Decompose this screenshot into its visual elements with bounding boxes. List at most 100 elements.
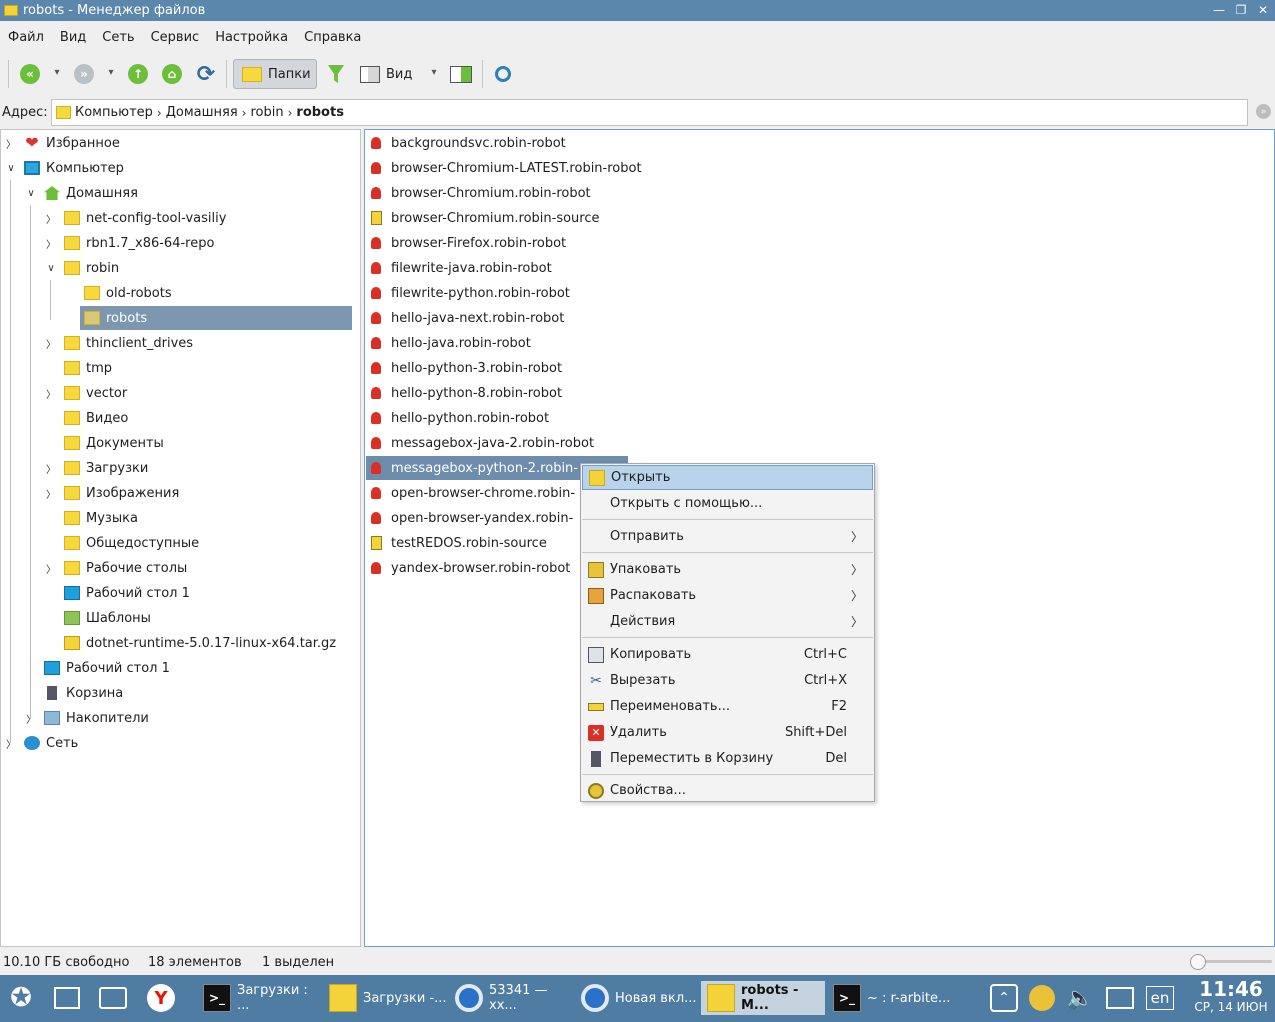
tree-item-home[interactable]: ∨ Домашняя: [27, 181, 138, 205]
task-downloads-folder[interactable]: Загрузки -...: [323, 981, 447, 1015]
tree-item-thinclient-drives[interactable]: 〉 thinclient_drives: [46, 331, 193, 355]
tree-item-downloads[interactable]: 〉 Загрузки: [46, 456, 148, 480]
collapse-arrow-icon[interactable]: ∨: [25, 188, 37, 199]
breadcrumb-robin[interactable]: robin: [250, 105, 283, 120]
menu-item-actions[interactable]: Действия 〉: [582, 609, 873, 634]
menu-item-pack[interactable]: Упаковать 〉: [582, 557, 873, 582]
tray-expand-button[interactable]: ⌃: [988, 983, 1020, 1013]
file-row[interactable]: hello-java.robin-robot: [370, 331, 531, 355]
tree-item-music[interactable]: Музыка: [64, 506, 138, 530]
address-bar[interactable]: Компьютер › Домашняя › robin › robots: [51, 99, 1248, 126]
usb-tray-button[interactable]: [1026, 983, 1058, 1013]
menu-help[interactable]: Справка: [296, 30, 369, 45]
file-row[interactable]: browser-Chromium.robin-robot: [370, 181, 591, 205]
expand-arrow-icon[interactable]: 〉: [45, 561, 57, 576]
menu-item-properties[interactable]: Свойства...: [582, 778, 873, 803]
tree-item-rbn-repo[interactable]: 〉 rbn1.7_x86-64-repo: [46, 231, 214, 255]
tree-item-tmp[interactable]: tmp: [64, 356, 112, 380]
expand-arrow-icon[interactable]: 〉: [5, 736, 17, 751]
volume-tray-button[interactable]: 🔈: [1064, 983, 1096, 1013]
menu-item-cut[interactable]: ✂ Вырезать Ctrl+X: [582, 668, 873, 693]
tree-item-images[interactable]: 〉 Изображения: [46, 481, 179, 505]
tree-item-old-robots[interactable]: old-robots: [84, 281, 172, 305]
clock[interactable]: 11:46 СР, 14 ИЮН: [1190, 978, 1272, 1014]
back-button[interactable]: «: [18, 59, 42, 89]
file-row[interactable]: hello-java-next.robin-robot: [370, 306, 564, 330]
tree-item-favorites[interactable]: 〉 ❤ Избранное: [6, 131, 120, 155]
maximize-button[interactable]: ❐: [1233, 2, 1249, 18]
split-view-button[interactable]: [449, 59, 473, 89]
zoom-slider-handle[interactable]: [1190, 954, 1206, 970]
menu-item-rename[interactable]: Переименовать... F2: [582, 694, 873, 719]
address-go-button[interactable]: »: [1256, 104, 1271, 119]
expand-arrow-icon[interactable]: 〉: [5, 136, 17, 151]
view-mode-button[interactable]: Вид: [360, 59, 422, 89]
start-menu-button[interactable]: ✪: [4, 983, 38, 1013]
task-chromium-2[interactable]: Новая вкл...: [575, 981, 699, 1015]
home-button[interactable]: ⌂: [160, 59, 184, 89]
file-row[interactable]: hello-python.robin-robot: [370, 406, 549, 430]
close-button[interactable]: ✕: [1255, 2, 1271, 18]
task-terminal-downloads[interactable]: >_ Загрузки : ...: [197, 981, 321, 1015]
task-terminal-arbiter[interactable]: >_ ~ : r-arbite...: [827, 981, 951, 1015]
expand-arrow-icon[interactable]: 〉: [45, 461, 57, 476]
menu-item-unpack[interactable]: Распаковать 〉: [582, 583, 873, 608]
tree-item-templates[interactable]: Шаблоны: [64, 606, 151, 630]
menu-file[interactable]: Файл: [0, 30, 52, 45]
file-row[interactable]: yandex-browser.robin-robot: [370, 556, 570, 580]
file-row[interactable]: browser-Chromium-LATEST.robin-robot: [370, 156, 642, 180]
view-mode-dropdown[interactable]: ▾: [427, 67, 441, 78]
file-row[interactable]: browser-Chromium.robin-source: [370, 206, 600, 230]
tree-item-vector[interactable]: 〉 vector: [46, 381, 127, 405]
tree-item-public[interactable]: Общедоступные: [64, 531, 199, 555]
file-row[interactable]: testREDOS.robin-source: [370, 531, 547, 555]
expand-arrow-icon[interactable]: 〉: [45, 211, 57, 226]
search-button[interactable]: [491, 59, 515, 89]
file-row[interactable]: filewrite-python.robin-robot: [370, 281, 570, 305]
refresh-button[interactable]: ⟳: [194, 59, 218, 89]
filter-button[interactable]: [325, 59, 347, 89]
tree-item-desktop-1[interactable]: Рабочий стол 1: [64, 581, 190, 605]
show-desktop-button[interactable]: [96, 983, 130, 1013]
file-row[interactable]: open-browser-yandex.robin-: [370, 506, 573, 530]
folders-toggle-button[interactable]: Папки: [233, 59, 317, 89]
task-file-manager-robots[interactable]: robots - М...: [701, 981, 825, 1015]
forward-button[interactable]: »: [72, 59, 96, 89]
collapse-arrow-icon[interactable]: ∨: [45, 263, 57, 274]
tree-item-net-config-tool-vasiliy[interactable]: 〉 net-config-tool-vasiliy: [46, 206, 226, 230]
forward-history-dropdown[interactable]: ▾: [104, 67, 118, 78]
expand-arrow-icon[interactable]: 〉: [45, 336, 57, 351]
tree-item-robin[interactable]: ∨ robin: [47, 256, 119, 280]
breadcrumb-robots[interactable]: robots: [296, 105, 344, 120]
tree-item-network[interactable]: 〉 Сеть: [6, 731, 78, 755]
network-tray-button[interactable]: [1102, 983, 1138, 1013]
expand-arrow-icon[interactable]: 〉: [45, 236, 57, 251]
up-button[interactable]: ↑: [126, 59, 150, 89]
file-row[interactable]: hello-python-3.robin-robot: [370, 356, 562, 380]
expand-arrow-icon[interactable]: 〉: [25, 711, 37, 726]
menu-item-send[interactable]: Отправить 〉: [582, 524, 873, 549]
file-row[interactable]: open-browser-chrome.robin-: [370, 481, 575, 505]
breadcrumb-home[interactable]: Домашняя: [166, 105, 238, 120]
menu-network[interactable]: Сеть: [94, 30, 142, 45]
collapse-arrow-icon[interactable]: ∨: [5, 163, 17, 174]
breadcrumb-computer[interactable]: Компьютер: [75, 105, 153, 120]
file-row[interactable]: browser-Firefox.robin-robot: [370, 231, 566, 255]
tree-item-dotnet-archive[interactable]: dotnet-runtime-5.0.17-linux-x64.tar.gz: [64, 631, 336, 655]
window-list-button[interactable]: [50, 983, 84, 1013]
task-chromium-1[interactable]: 53341 — xx...: [449, 981, 573, 1015]
zoom-slider[interactable]: [1190, 954, 1272, 970]
file-row[interactable]: messagebox-java-2.robin-robot: [370, 431, 594, 455]
tree-item-drives[interactable]: 〉 Накопители: [26, 706, 149, 730]
file-row[interactable]: hello-python-8.robin-robot: [370, 381, 562, 405]
back-history-dropdown[interactable]: ▾: [50, 67, 64, 78]
tree-item-computer[interactable]: ∨ Компьютер: [7, 156, 124, 180]
menu-service[interactable]: Сервис: [143, 30, 208, 45]
file-row[interactable]: filewrite-java.robin-robot: [370, 256, 552, 280]
menu-item-move-to-trash[interactable]: Переместить в Корзину Del: [582, 746, 873, 771]
tree-item-desktops[interactable]: 〉 Рабочие столы: [46, 556, 187, 580]
menu-view[interactable]: Вид: [52, 30, 94, 45]
tree-item-robots[interactable]: robots: [80, 306, 352, 330]
yandex-browser-launcher[interactable]: Y: [145, 983, 177, 1013]
tree-item-video[interactable]: Видео: [64, 406, 128, 430]
